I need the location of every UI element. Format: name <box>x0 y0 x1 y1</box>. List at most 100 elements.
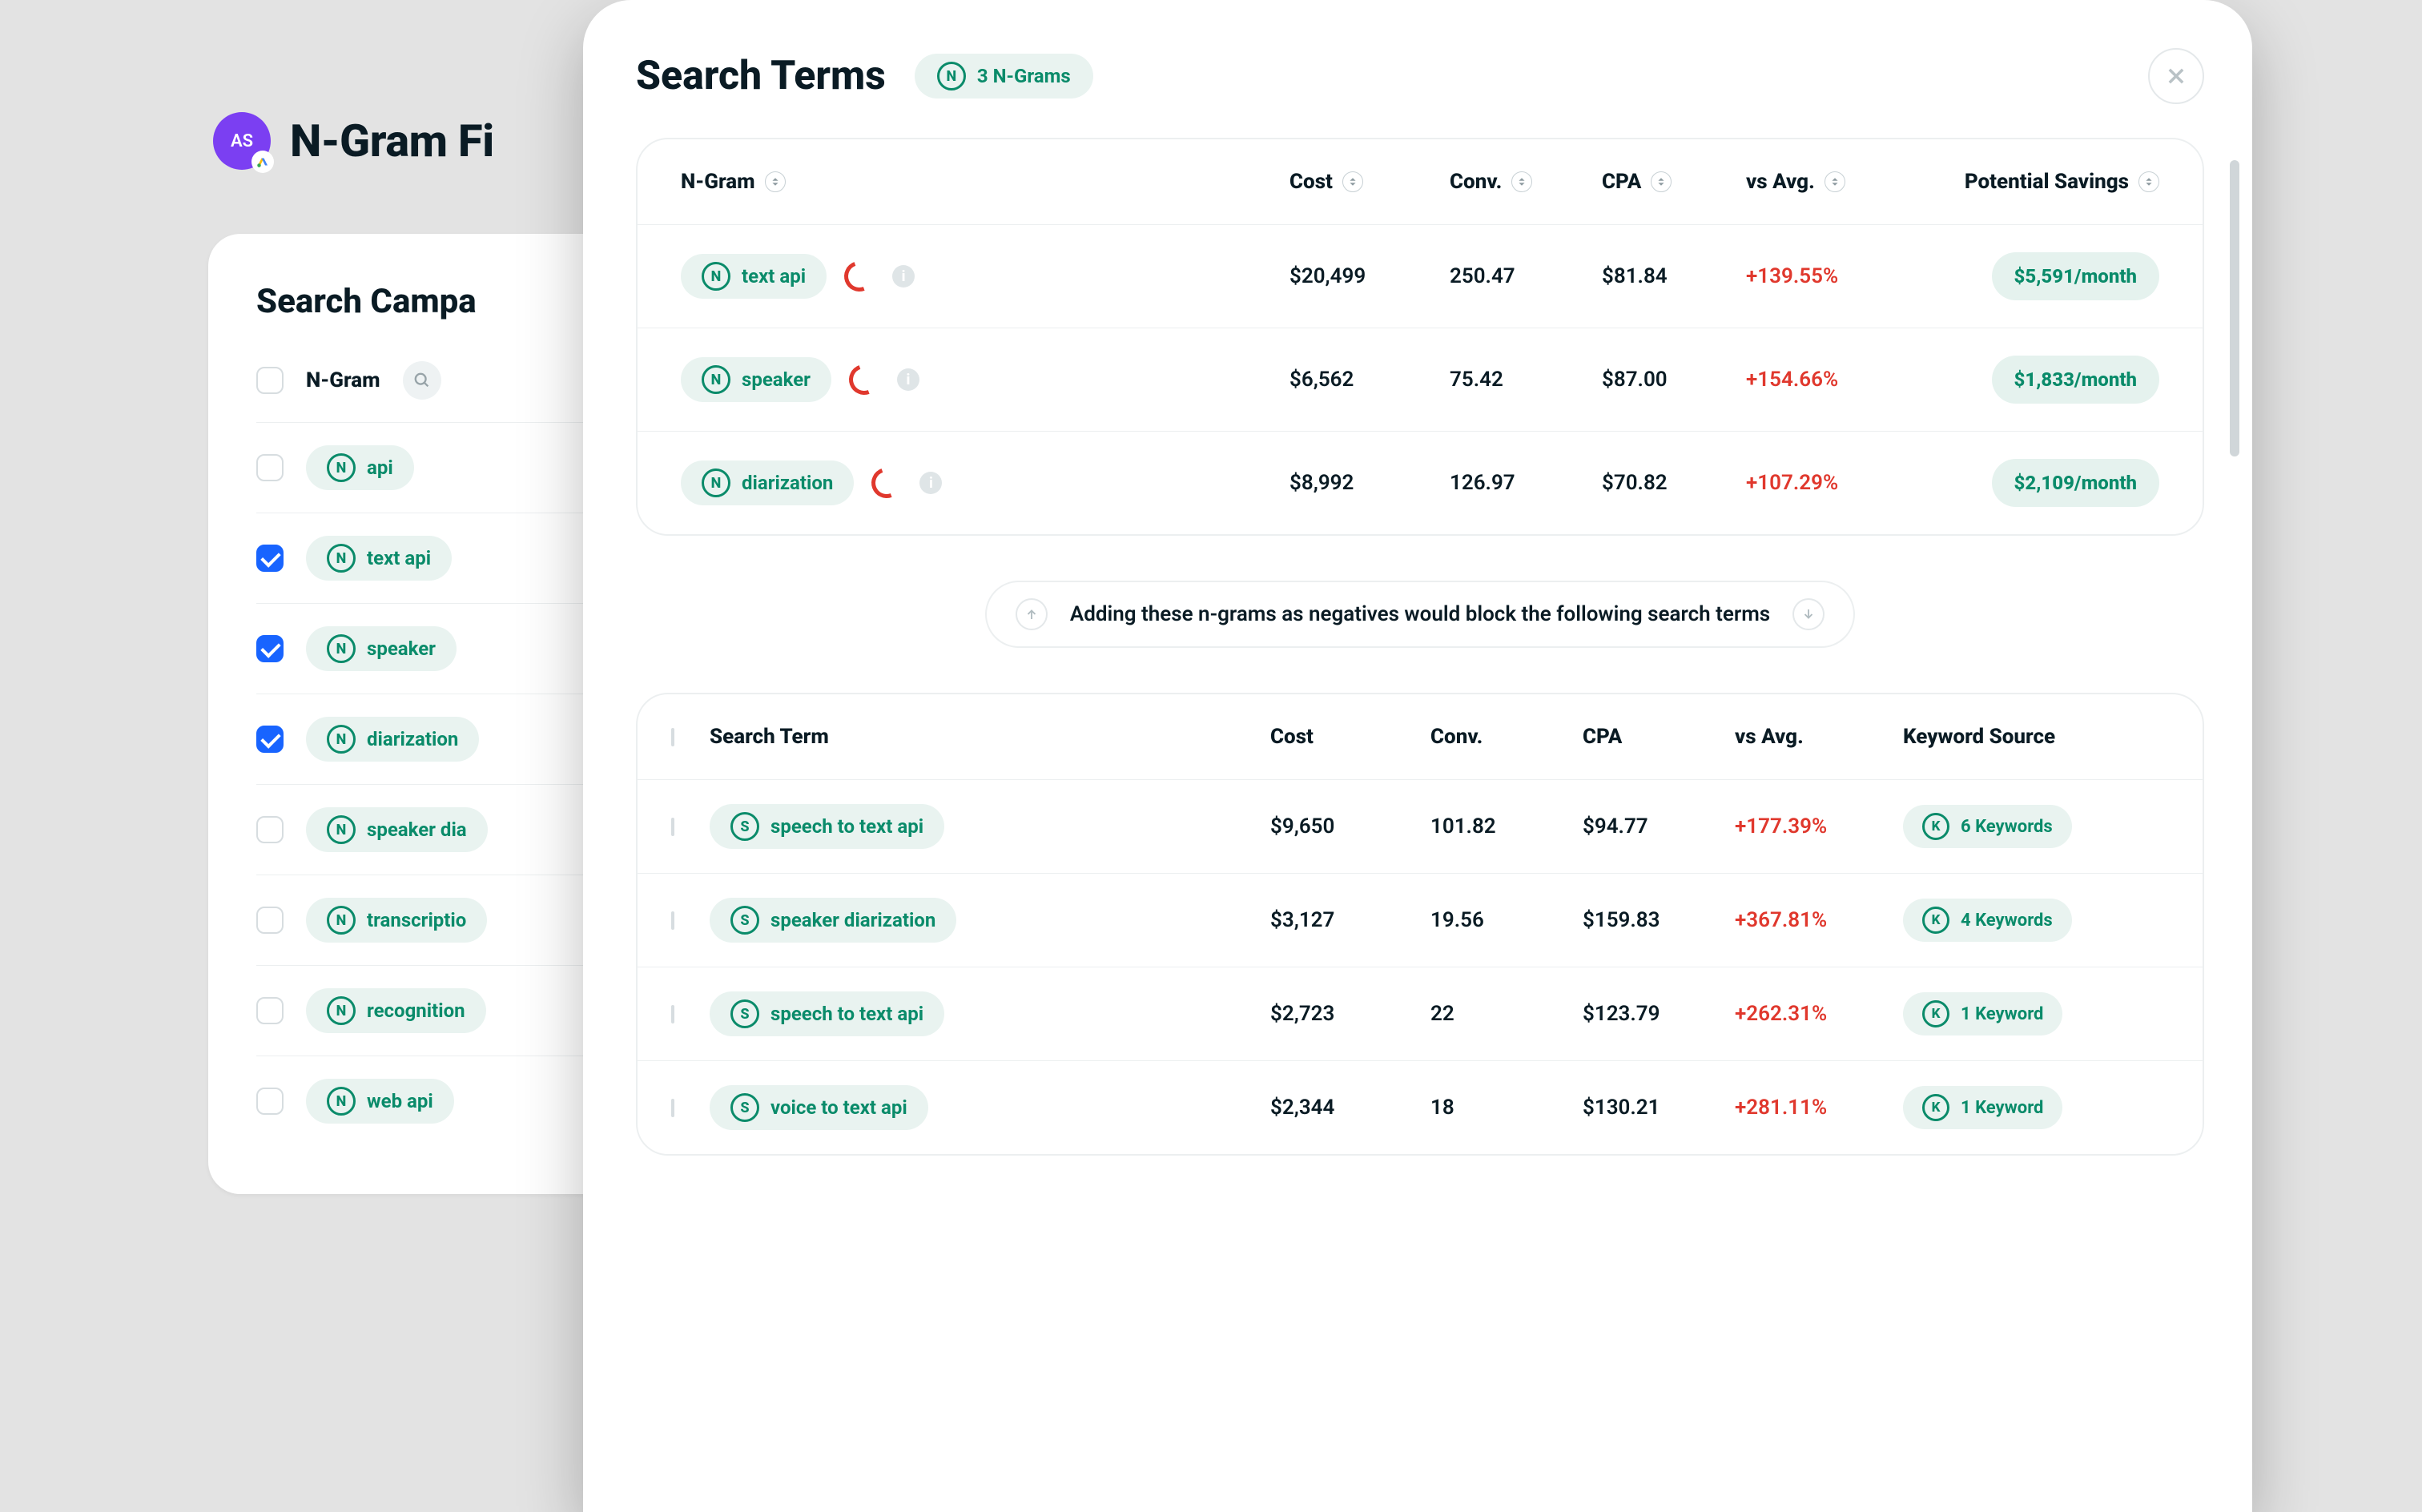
col-cpa[interactable]: CPA <box>1583 725 1735 749</box>
n-badge-icon: N <box>327 815 356 844</box>
col-keyword-source[interactable]: Keyword Source <box>1903 725 2169 749</box>
sort-icon[interactable] <box>1825 171 1845 192</box>
ngram-pill[interactable]: N text api <box>681 254 827 299</box>
n-badge-icon: N <box>702 468 730 497</box>
search-term-row: S speaker diarization $3,127 19.56 $159.… <box>638 873 2203 967</box>
search-button[interactable] <box>403 361 441 400</box>
cpa-value: $94.77 <box>1583 814 1735 838</box>
row-checkbox[interactable] <box>256 454 284 481</box>
scrollbar[interactable] <box>2230 160 2239 456</box>
k-badge-icon: K <box>1922 1094 1949 1121</box>
sort-icon[interactable] <box>1511 171 1532 192</box>
col-search-term[interactable]: Search Term <box>710 725 1270 749</box>
conv-value: 75.42 <box>1450 368 1602 392</box>
n-badge-icon: N <box>327 906 356 935</box>
keyword-source-pill[interactable]: K 1 Keyword <box>1903 1086 2062 1129</box>
loading-spinner-icon <box>839 256 879 296</box>
cost-value: $20,499 <box>1289 264 1450 288</box>
account-avatar[interactable]: AS <box>213 112 271 170</box>
keyword-count-label: 1 Keyword <box>1961 1098 2043 1118</box>
n-badge-icon: N <box>702 262 730 291</box>
n-badge-icon: N <box>937 62 966 90</box>
keyword-source-pill[interactable]: K 1 Keyword <box>1903 992 2062 1035</box>
select-all-checkbox[interactable] <box>256 367 284 394</box>
ngram-pill[interactable]: N recognition <box>306 988 486 1033</box>
google-ads-icon <box>251 151 274 173</box>
col-cost[interactable]: Cost <box>1289 170 1450 194</box>
col-cpa[interactable]: CPA <box>1602 170 1746 194</box>
col-ngram[interactable]: N-Gram <box>681 170 1289 194</box>
ngram-column-header: N-Gram <box>306 368 380 392</box>
ngram-label: transcriptio <box>367 909 466 931</box>
ngram-label: api <box>367 456 393 479</box>
close-button[interactable] <box>2148 48 2204 104</box>
sort-icon[interactable] <box>2138 171 2159 192</box>
cost-value: $8,992 <box>1289 471 1450 495</box>
col-cost[interactable]: Cost <box>1270 725 1430 749</box>
savings-pill: $5,591/month <box>1992 252 2159 300</box>
ngram-pill[interactable]: N transcriptio <box>306 898 487 943</box>
ngram-table-row: N diarization i $8,992 126.97 $70.82 +10… <box>638 431 2203 534</box>
row-checkbox[interactable] <box>671 1099 674 1117</box>
col-vs-avg[interactable]: vs Avg. <box>1735 725 1903 749</box>
ngram-label: diarization <box>367 728 458 750</box>
cpa-value: $87.00 <box>1602 368 1746 392</box>
s-badge-icon: S <box>730 906 759 935</box>
ngram-count-pill: N 3 N-Grams <box>915 54 1093 99</box>
ngram-pill[interactable]: N text api <box>306 536 452 581</box>
row-checkbox[interactable] <box>256 997 284 1024</box>
select-all-checkbox[interactable] <box>671 728 674 746</box>
row-checkbox[interactable] <box>671 911 674 930</box>
row-checkbox[interactable] <box>256 545 284 572</box>
ngram-label: speaker <box>367 637 436 660</box>
row-checkbox[interactable] <box>256 816 284 843</box>
info-icon[interactable]: i <box>919 472 942 494</box>
search-term-pill[interactable]: S speech to text api <box>710 804 944 849</box>
ngram-pill[interactable]: N web api <box>306 1079 454 1124</box>
row-checkbox[interactable] <box>256 635 284 662</box>
col-savings[interactable]: Potential Savings <box>1922 170 2159 194</box>
ngram-pill[interactable]: N api <box>306 445 414 490</box>
ngram-pill[interactable]: N diarization <box>306 717 479 762</box>
vs-avg-value: +262.31% <box>1735 1002 1903 1026</box>
conv-value: 101.82 <box>1430 814 1583 838</box>
arrow-up-icon <box>1016 598 1048 630</box>
info-icon[interactable]: i <box>897 368 919 391</box>
col-conv[interactable]: Conv. <box>1430 725 1583 749</box>
cost-value: $6,562 <box>1289 368 1450 392</box>
row-checkbox[interactable] <box>256 726 284 753</box>
col-conv[interactable]: Conv. <box>1450 170 1602 194</box>
n-badge-icon: N <box>327 1087 356 1116</box>
cpa-value: $81.84 <box>1602 264 1746 288</box>
search-term-pill[interactable]: S speech to text api <box>710 991 944 1036</box>
row-checkbox[interactable] <box>256 907 284 934</box>
conv-value: 18 <box>1430 1096 1583 1120</box>
ngram-label: diarization <box>742 472 833 494</box>
sort-icon[interactable] <box>765 171 786 192</box>
vs-avg-value: +367.81% <box>1735 908 1903 932</box>
keyword-source-pill[interactable]: K 6 Keywords <box>1903 805 2072 848</box>
info-icon[interactable]: i <box>892 265 915 288</box>
search-term-pill[interactable]: S voice to text api <box>710 1085 928 1130</box>
ngram-pill[interactable]: N speaker dia <box>306 807 488 852</box>
col-vs-avg[interactable]: vs Avg. <box>1746 170 1922 194</box>
ngram-pill[interactable]: N speaker <box>306 626 457 671</box>
ngram-pill[interactable]: N diarization <box>681 460 854 505</box>
vs-avg-value: +154.66% <box>1746 368 1922 392</box>
row-checkbox[interactable] <box>671 818 674 836</box>
row-checkbox[interactable] <box>671 1005 674 1023</box>
sort-icon[interactable] <box>1342 171 1363 192</box>
search-term-pill[interactable]: S speaker diarization <box>710 898 956 943</box>
s-badge-icon: S <box>730 812 759 841</box>
ngram-pill[interactable]: N speaker <box>681 357 831 402</box>
keyword-source-pill[interactable]: K 4 Keywords <box>1903 899 2072 942</box>
cost-value: $2,723 <box>1270 1002 1430 1026</box>
search-term-label: speaker diarization <box>770 909 935 931</box>
search-term-label: speech to text api <box>770 815 923 838</box>
cpa-value: $159.83 <box>1583 908 1735 932</box>
info-banner: Adding these n-grams as negatives would … <box>985 581 1855 648</box>
sort-icon[interactable] <box>1651 171 1672 192</box>
search-term-label: voice to text api <box>770 1096 907 1119</box>
row-checkbox[interactable] <box>256 1088 284 1115</box>
conv-value: 19.56 <box>1430 908 1583 932</box>
